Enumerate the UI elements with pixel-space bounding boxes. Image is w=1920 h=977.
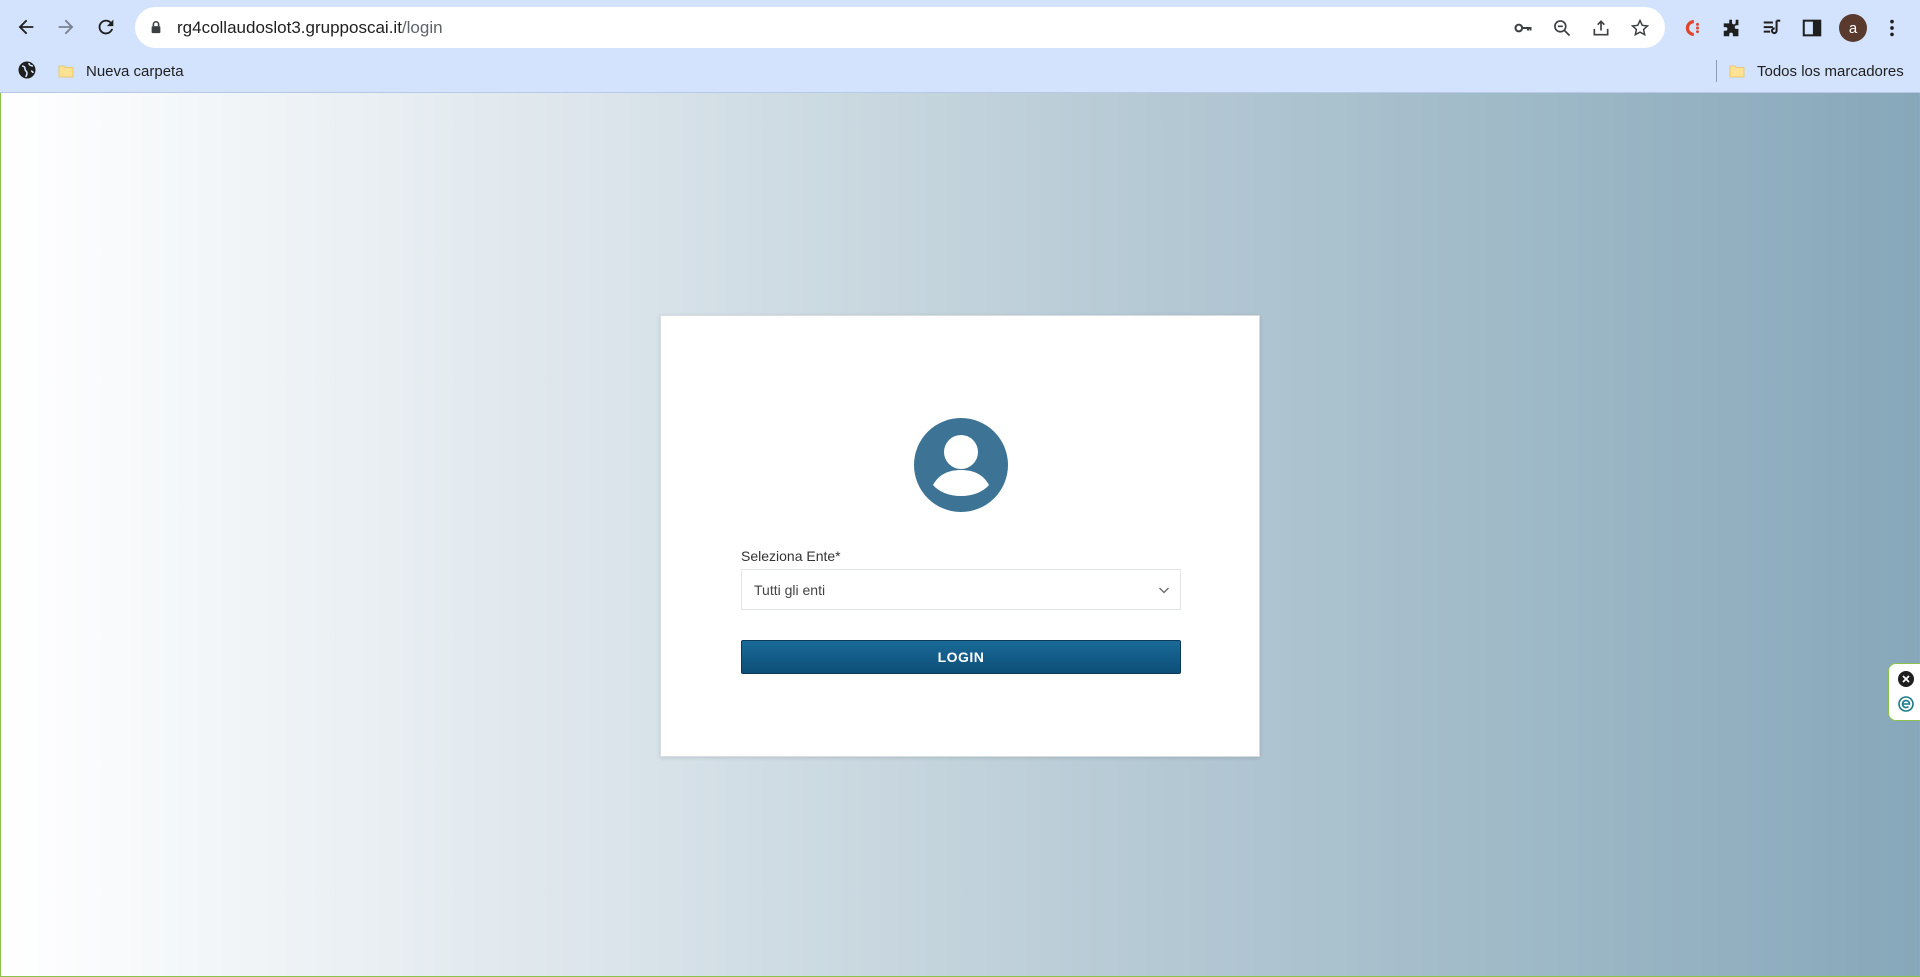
- arrow-right-icon: [58, 19, 74, 35]
- back-button[interactable]: [9, 10, 43, 44]
- address-bar[interactable]: rg4collaudoslot3.grupposcai.it/login: [135, 7, 1665, 48]
- reading-list-icon[interactable]: [1758, 14, 1786, 42]
- ente-select[interactable]: Tutti gli enti: [741, 569, 1181, 610]
- url-text: rg4collaudoslot3.grupposcai.it/login: [177, 18, 443, 37]
- e-extension-icon[interactable]: [1898, 696, 1914, 712]
- chevron-down-icon: [1159, 587, 1169, 594]
- share-icon[interactable]: [1590, 17, 1612, 39]
- globe-icon[interactable]: [17, 60, 37, 80]
- browser-toolbar: rg4collaudoslot3.grupposcai.it/login a: [0, 0, 1920, 56]
- bookmark-label: Nueva carpeta: [86, 62, 184, 80]
- forward-button[interactable]: [49, 10, 83, 44]
- more-menu-icon[interactable]: [1878, 14, 1906, 42]
- lock-icon: [151, 21, 161, 34]
- reload-button[interactable]: [89, 10, 123, 44]
- side-panel-icon[interactable]: [1798, 14, 1826, 42]
- user-avatar-icon: [914, 418, 1008, 512]
- bookmarks-separator: [1716, 60, 1717, 82]
- ente-field-label: Seleziona Ente*: [741, 548, 841, 564]
- bookmarks-bar: [0, 56, 1920, 93]
- login-card: Seleziona Ente* Tutti gli enti LOGIN: [660, 315, 1260, 757]
- bookmark-label: Todos los marcadores: [1757, 62, 1904, 80]
- reload-icon: [98, 19, 114, 35]
- login-page: Seleziona Ente* Tutti gli enti LOGIN: [0, 93, 1920, 977]
- floating-widget: [1888, 663, 1920, 721]
- bookmark-folder-todos-los-marcadores[interactable]: Todos los marcadores: [1729, 60, 1904, 82]
- key-icon[interactable]: [1512, 17, 1534, 39]
- puzzle-icon[interactable]: [1718, 14, 1746, 42]
- star-icon[interactable]: [1629, 17, 1651, 39]
- login-button[interactable]: LOGIN: [741, 640, 1181, 674]
- profile-avatar[interactable]: a: [1839, 14, 1867, 42]
- ente-select-value: Tutti gli enti: [754, 582, 826, 598]
- close-icon[interactable]: [1898, 671, 1914, 687]
- folder-icon: [58, 65, 74, 78]
- bookmark-folder-nueva-carpeta[interactable]: Nueva carpeta: [58, 60, 184, 82]
- extension-c-icon[interactable]: [1678, 14, 1706, 42]
- zoom-out-icon[interactable]: [1551, 17, 1573, 39]
- arrow-left-icon: [18, 19, 34, 35]
- folder-icon: [1729, 65, 1745, 78]
